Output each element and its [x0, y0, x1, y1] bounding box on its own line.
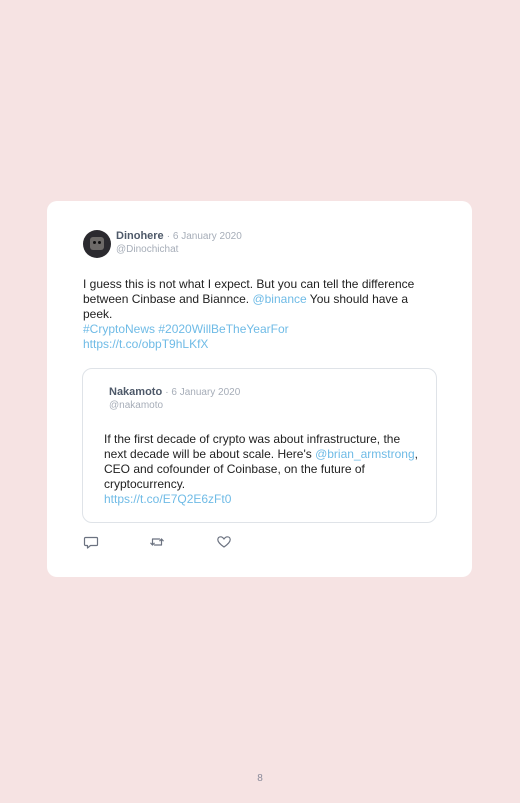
- tweet-header: Dinohere · 6 January 2020: [116, 230, 242, 242]
- quoted-author-name[interactable]: Nakamoto: [109, 386, 162, 398]
- quoted-tweet-url-link[interactable]: https://t.co/E7Q2E6zFt0: [104, 492, 231, 506]
- quoted-tweet-body: If the first decade of crypto was about …: [104, 432, 422, 507]
- quoted-tweet-date: · 6 January 2020: [165, 387, 241, 398]
- reply-icon[interactable]: [83, 534, 99, 550]
- avatar-face: [90, 237, 104, 250]
- quoted-author-handle[interactable]: @nakamoto: [109, 400, 163, 411]
- quoted-tweet-header: Nakamoto · 6 January 2020: [109, 386, 240, 398]
- tweet-card: Dinohere · 6 January 2020 @Dinochichat I…: [47, 201, 472, 577]
- mention-link[interactable]: @binance: [252, 292, 306, 306]
- quoted-mention-link[interactable]: @brian_armstrong: [315, 447, 415, 461]
- tweet-body: I guess this is not what I expect. But y…: [83, 277, 435, 352]
- tweet-date: · 6 January 2020: [166, 231, 242, 242]
- avatar[interactable]: [83, 230, 111, 258]
- tweet-url-link[interactable]: https://t.co/obpT9hLKfX: [83, 337, 208, 351]
- avatar-eye: [93, 241, 96, 244]
- hashtag-links[interactable]: #CryptoNews #2020WillBeTheYearFor: [83, 322, 289, 336]
- retweet-icon[interactable]: [149, 534, 165, 550]
- avatar-eye: [98, 241, 101, 244]
- page-number: 8: [257, 773, 263, 784]
- author-name[interactable]: Dinohere: [116, 230, 164, 242]
- quoted-tweet[interactable]: Nakamoto · 6 January 2020 @nakamoto If t…: [82, 368, 437, 523]
- heart-icon[interactable]: [216, 534, 232, 550]
- author-handle[interactable]: @Dinochichat: [116, 244, 178, 255]
